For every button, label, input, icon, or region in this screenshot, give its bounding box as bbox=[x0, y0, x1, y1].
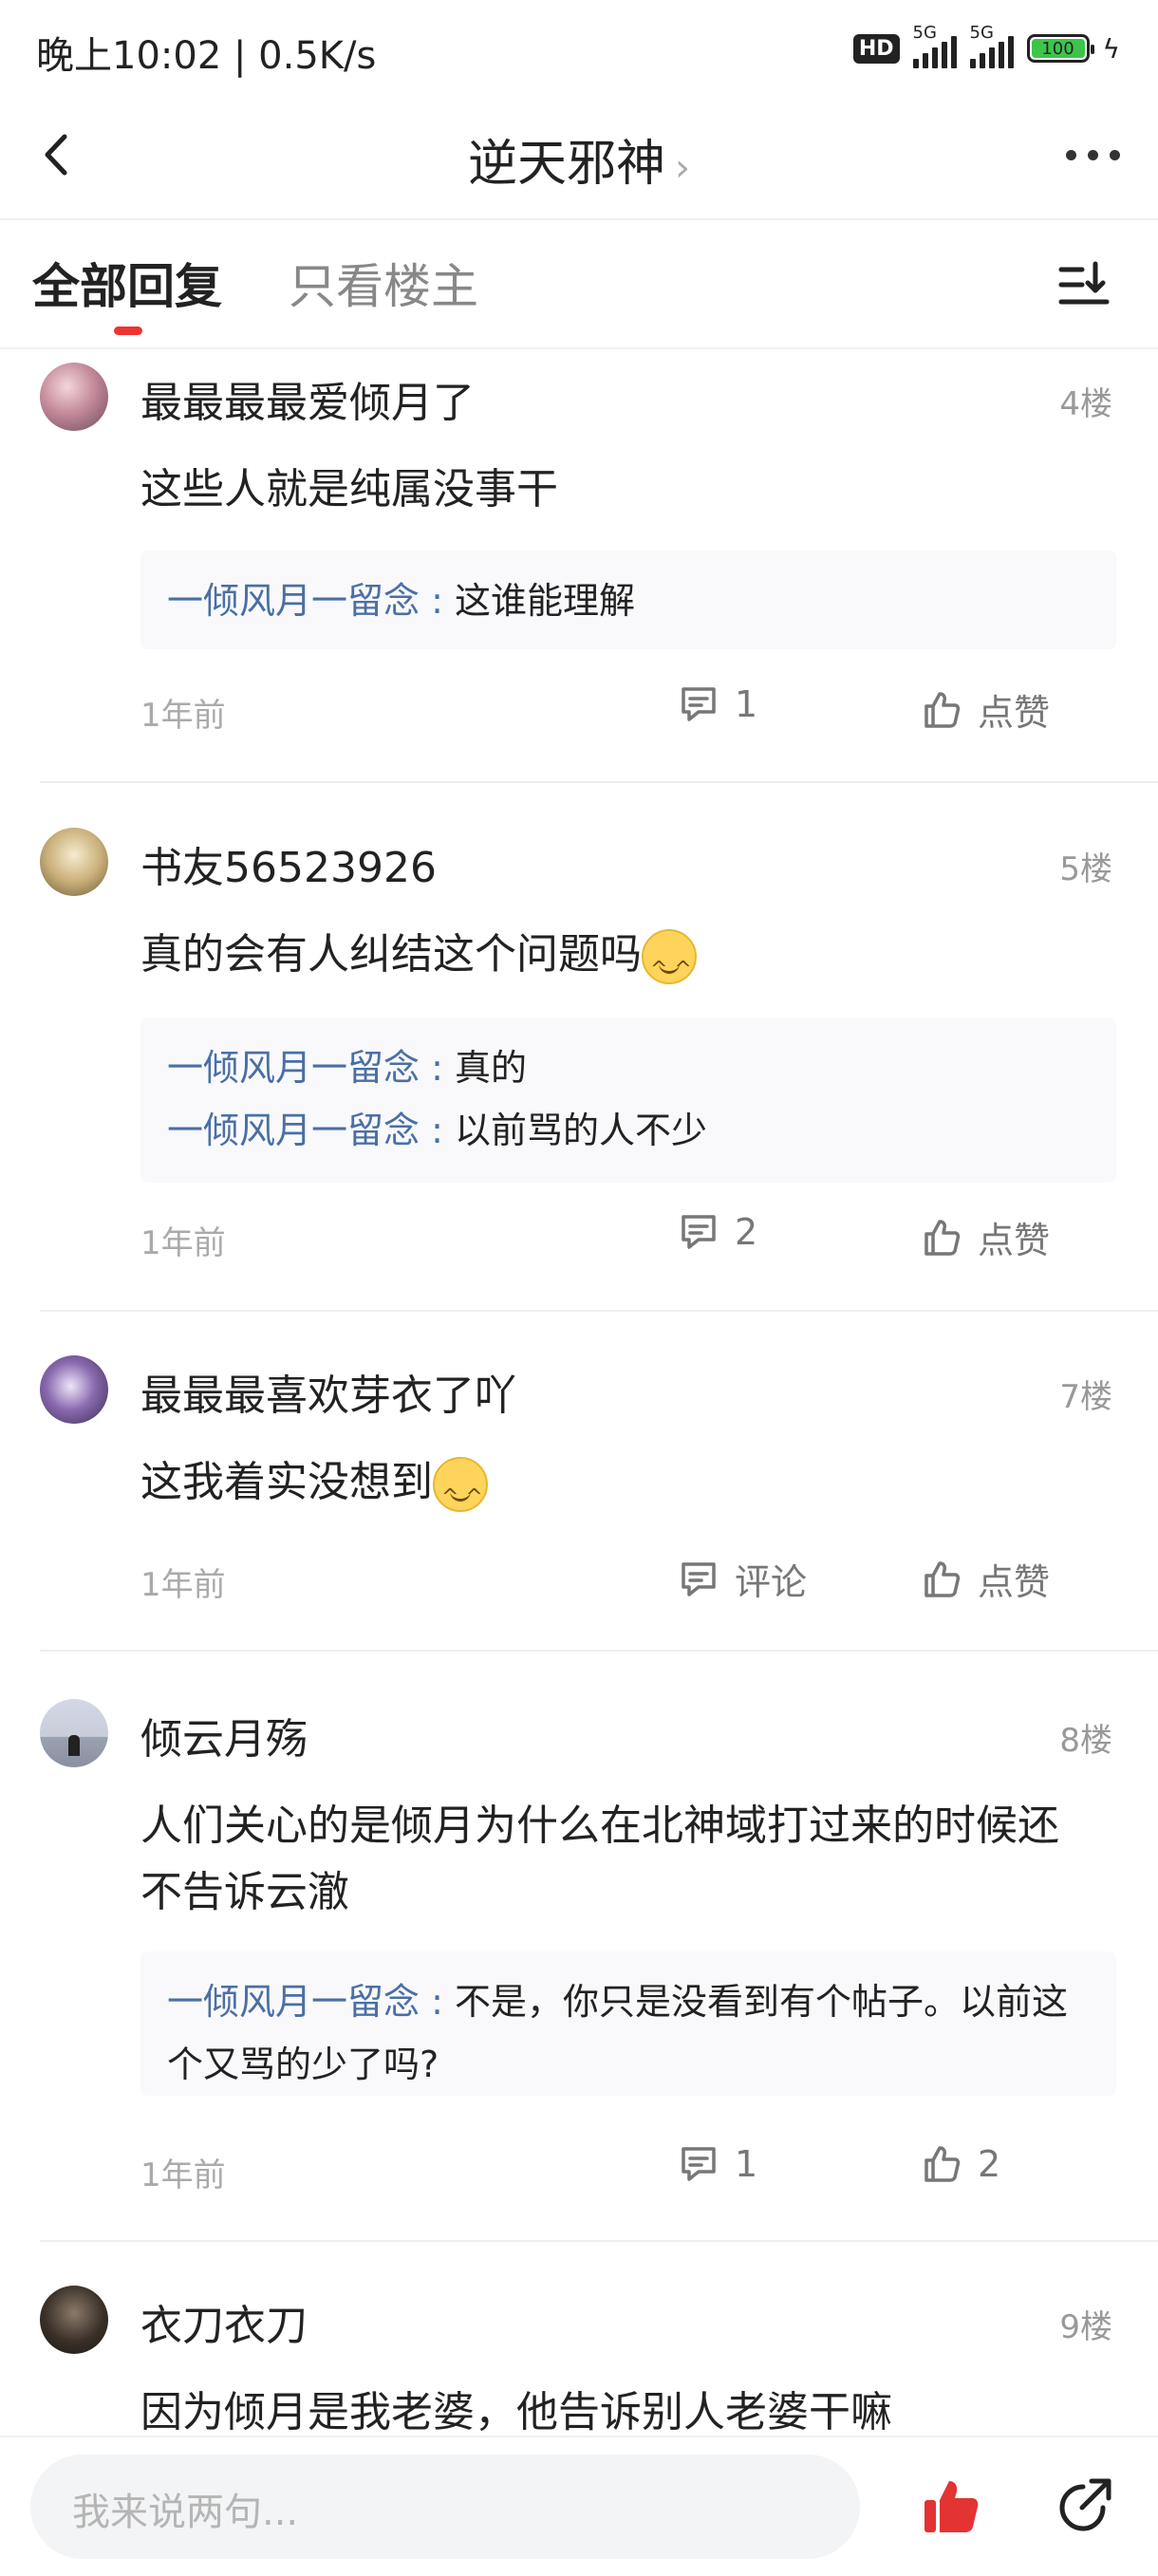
chevron-right-icon: › bbox=[675, 146, 690, 190]
active-tab-indicator bbox=[114, 327, 142, 335]
comment-button[interactable]: 评论 bbox=[678, 1553, 807, 1605]
reply-content: 真的会有人纠结这个问题吗 bbox=[140, 922, 1090, 1003]
reply-content: 这些人就是纯属没事干 bbox=[140, 465, 558, 513]
book-title: 逆天邪神 bbox=[467, 136, 665, 193]
like-count: 2 bbox=[978, 2143, 1001, 2185]
floor-number: 4楼 bbox=[1059, 385, 1112, 423]
sub-replies[interactable]: 一倾风月一留念 : 这谁能理解 bbox=[140, 551, 1116, 649]
reply-item: 衣刀衣刀 9楼 因为倾月是我老婆，他告诉别人老婆干嘛 bbox=[0, 2274, 1158, 2436]
sub-reply-text: 真的 bbox=[442, 1047, 527, 1089]
bottom-bar: 我来说两句... bbox=[0, 2436, 1158, 2576]
reply-time: 1年前 bbox=[140, 1566, 226, 1604]
status-bar: 晚上10:02 | 0.5K/s HD 5G 5G 100 ϟ bbox=[0, 0, 1158, 95]
sub-reply: 一倾风月一留念 : 真的 bbox=[167, 1036, 1090, 1099]
thumbs-up-icon bbox=[925, 2146, 961, 2182]
avatar[interactable] bbox=[40, 1699, 108, 1767]
thumbs-up-icon bbox=[925, 691, 961, 728]
thumbs-up-icon bbox=[925, 1219, 961, 1256]
divider bbox=[40, 2240, 1158, 2242]
like-label: 点赞 bbox=[978, 692, 1051, 734]
sub-reply-user[interactable]: 一倾风月一留念 : bbox=[167, 580, 443, 622]
username[interactable]: 最最最喜欢芽衣了吖 bbox=[140, 1361, 516, 1422]
share-icon[interactable] bbox=[1054, 2473, 1116, 2536]
tab-owner-only[interactable]: 只看楼主 bbox=[289, 249, 478, 317]
avatar[interactable] bbox=[40, 1355, 108, 1424]
sort-icon[interactable] bbox=[1057, 258, 1111, 311]
battery-icon: 100 bbox=[1026, 34, 1094, 63]
floor-number: 5楼 bbox=[1059, 850, 1112, 888]
smile-emoji-icon bbox=[433, 1457, 488, 1531]
charging-icon: ϟ bbox=[1102, 32, 1120, 65]
reply-item: 书友56523926 5楼 真的会有人纠结这个问题吗 一倾风月一留念 : 真的 … bbox=[0, 814, 1158, 1312]
sub-reply: 一倾风月一留念 : 这谁能理解 bbox=[167, 569, 1090, 632]
avatar[interactable] bbox=[40, 828, 108, 896]
signal-icon: 5G bbox=[912, 23, 957, 68]
reply-tabs: 全部回复 只看楼主 bbox=[0, 220, 1158, 349]
comment-label: 评论 bbox=[735, 1561, 808, 1603]
comment-icon bbox=[682, 1561, 716, 1596]
sub-replies[interactable]: 一倾风月一留念 : 不是，你只是没看到有个帖子。以前这个又骂的少了吗? bbox=[140, 1951, 1116, 2096]
comment-icon bbox=[682, 687, 716, 721]
comment-button[interactable]: 1 bbox=[678, 683, 757, 725]
signal-icon-2: 5G bbox=[969, 23, 1014, 68]
sub-reply: 一倾风月一留念 : 不是，你只是没看到有个帖子。以前这个又骂的少了吗? bbox=[167, 1970, 1090, 2096]
like-label: 点赞 bbox=[978, 1220, 1051, 1261]
comment-icon bbox=[682, 2147, 716, 2181]
reply-item: 最最最喜欢芽衣了吖 7楼 这我着实没想到 1年前 评论 点赞 bbox=[0, 1344, 1158, 1652]
sub-reply-text: 以前骂的人不少 bbox=[442, 1110, 707, 1151]
sub-reply: 一倾风月一留念 : 以前骂的人不少 bbox=[167, 1099, 1090, 1162]
avatar[interactable] bbox=[40, 363, 108, 431]
sub-reply-user[interactable]: 一倾风月一留念 : bbox=[167, 1110, 443, 1151]
sub-reply-text: 这谁能理解 bbox=[442, 580, 635, 622]
like-button[interactable]: 点赞 bbox=[921, 683, 1050, 736]
username[interactable]: 衣刀衣刀 bbox=[140, 2291, 308, 2352]
thumbs-up-icon[interactable] bbox=[921, 2475, 981, 2536]
comment-button[interactable]: 2 bbox=[678, 1211, 757, 1253]
divider bbox=[40, 1310, 1158, 1312]
username[interactable]: 最最最最爱倾月了 bbox=[140, 368, 475, 429]
reply-content: 这我着实没想到 bbox=[140, 1449, 1090, 1531]
like-button[interactable]: 点赞 bbox=[921, 1553, 1050, 1605]
comment-input[interactable]: 我来说两句... bbox=[30, 2455, 860, 2559]
smile-emoji-icon bbox=[642, 929, 697, 1003]
hd-icon: HD bbox=[852, 33, 900, 64]
like-button[interactable]: 2 bbox=[921, 2143, 1000, 2185]
sub-reply-user[interactable]: 一倾风月一留念 : bbox=[167, 1047, 443, 1089]
avatar[interactable] bbox=[40, 2286, 108, 2354]
reply-time: 1年前 bbox=[140, 697, 226, 735]
like-label: 点赞 bbox=[978, 1561, 1051, 1603]
reply-time: 1年前 bbox=[140, 1224, 226, 1262]
tab-all-replies[interactable]: 全部回复 bbox=[32, 249, 222, 317]
sub-replies[interactable]: 一倾风月一留念 : 真的 一倾风月一留念 : 以前骂的人不少 bbox=[140, 1017, 1116, 1183]
comment-count: 2 bbox=[735, 1211, 758, 1253]
reply-time: 1年前 bbox=[140, 2156, 226, 2194]
divider bbox=[40, 1650, 1158, 1652]
status-icons: HD 5G 5G 100 ϟ bbox=[852, 23, 1120, 68]
comment-button[interactable]: 1 bbox=[678, 2143, 757, 2185]
floor-number: 7楼 bbox=[1059, 1378, 1112, 1416]
like-button[interactable]: 点赞 bbox=[921, 1211, 1050, 1263]
sub-reply-user[interactable]: 一倾风月一留念 : bbox=[167, 1981, 443, 2023]
username[interactable]: 倾云月殇 bbox=[140, 1705, 308, 1765]
comment-count: 1 bbox=[735, 683, 758, 725]
book-title-link[interactable]: 逆天邪神 › bbox=[0, 123, 1158, 195]
more-options-icon[interactable] bbox=[1066, 150, 1120, 160]
floor-number: 8楼 bbox=[1059, 1722, 1112, 1760]
floor-number: 9楼 bbox=[1059, 2308, 1112, 2346]
reply-content: 人们关心的是倾月为什么在北神域打过来的时候还不告诉云澈 bbox=[140, 1801, 1059, 1916]
status-time: 晚上10:02 | 0.5K/s bbox=[36, 34, 377, 78]
comment-count: 1 bbox=[735, 2143, 758, 2185]
comment-input-placeholder: 我来说两句... bbox=[72, 2491, 299, 2534]
thumbs-up-icon bbox=[925, 1560, 961, 1597]
username[interactable]: 书友56523926 bbox=[140, 833, 437, 894]
reply-item: 倾云月殇 8楼 人们关心的是倾月为什么在北神域打过来的时候还不告诉云澈 一倾风月… bbox=[0, 1688, 1158, 2242]
nav-bar: 逆天邪神 › bbox=[0, 95, 1158, 220]
reply-item: 最最最最爱倾月了 4楼 这些人就是纯属没事干 一倾风月一留念 : 这谁能理解 1… bbox=[0, 349, 1158, 786]
comment-icon bbox=[682, 1215, 716, 1249]
divider bbox=[40, 781, 1158, 783]
